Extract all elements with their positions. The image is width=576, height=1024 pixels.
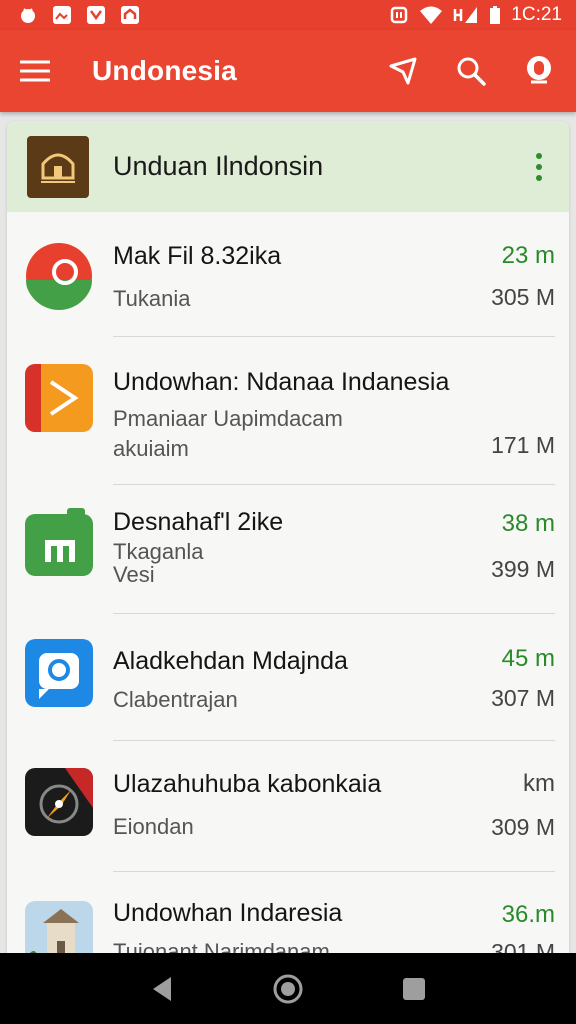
item-distance: km (523, 770, 555, 797)
divider (113, 740, 555, 741)
gallery-icon (53, 6, 71, 24)
orange-play-icon (25, 364, 93, 432)
list-item[interactable]: Undowhan Indaresia Tuionant Narimdanam 3… (7, 873, 569, 961)
hamburger-menu-icon[interactable] (18, 54, 52, 88)
search-icon[interactable] (456, 56, 486, 86)
item-distance: 23 m (501, 242, 555, 269)
item-subtitle: Clabentrajan (113, 687, 238, 712)
shield-icon (87, 6, 105, 24)
item-size: 305 M (491, 284, 555, 310)
item-name: Undowhan Indaresia (113, 899, 343, 927)
item-name: Ulazahuhuba kabonkaia (113, 770, 382, 798)
divider (113, 613, 555, 614)
item-subtitle: Pmaniaar Uapimdacam akuiaim (113, 406, 343, 461)
signal-icon (454, 7, 478, 23)
divider (113, 484, 555, 485)
blue-chat-icon (25, 639, 93, 707)
item-size: 171 M (491, 432, 555, 458)
home-notify-icon (121, 6, 139, 24)
item-name: Aladkehdan Mdajnda (113, 647, 348, 675)
list-item[interactable]: Mak Fil 8.32ika Tukania 23 m 305 M (7, 212, 569, 338)
notification-icons (18, 5, 140, 25)
system-nav-bar (0, 953, 576, 1024)
notification-icon (21, 8, 35, 23)
navigation-icon[interactable] (388, 56, 418, 86)
red-green-circle-icon (25, 242, 93, 310)
clock: 1C:21 (511, 4, 562, 25)
list-item[interactable]: Aladkehdan Mdajnda Clabentrajan 45 m 307… (7, 615, 569, 742)
back-icon[interactable] (149, 975, 175, 1003)
home-icon[interactable] (272, 973, 304, 1005)
header-title: Unduan Ilndonsin (113, 151, 324, 181)
item-distance: 36.m (501, 901, 555, 928)
list-item[interactable]: Ulazahuhuba kabonkaia Eiondan km 309 M (7, 742, 569, 873)
item-name: Undowhan: Ndanaa Indanesia (113, 368, 450, 396)
item-subtitle: Tkaganla Vesi (113, 539, 204, 588)
recents-icon[interactable] (401, 976, 427, 1002)
list-item[interactable]: Undowhan: Ndanaa Indanesia Pmaniaar Uapi… (7, 338, 569, 486)
battery-icon (490, 6, 501, 24)
item-name: Desnahaf'l 2ike (113, 508, 284, 536)
alarm-icon (391, 6, 408, 24)
wifi-icon (420, 6, 443, 24)
more-options-icon[interactable] (529, 147, 549, 187)
list-header[interactable]: Unduan Ilndonsin (7, 121, 569, 212)
list-item[interactable]: Desnahaf'l 2ike Tkaganla Vesi 38 m 399 M (7, 486, 569, 615)
item-subtitle: Eiondan (113, 814, 194, 839)
divider (113, 871, 555, 872)
item-distance: 38 m (501, 510, 555, 537)
app-bar: Undonesia (0, 30, 576, 112)
header-logo-icon (27, 135, 89, 198)
status-bar: 1C:21 (0, 0, 576, 30)
item-subtitle: Tukania (113, 286, 191, 311)
monument-icon (25, 901, 93, 961)
download-list-card: Unduan Ilndonsin Mak Fil 8.32ika Tukania… (7, 121, 569, 961)
voice-search-icon[interactable] (524, 55, 554, 87)
green-camera-icon (25, 508, 93, 576)
dark-compass-icon (25, 768, 93, 836)
divider (113, 336, 555, 337)
app-title: Undonesia (92, 55, 237, 86)
item-size: 399 M (491, 556, 555, 582)
item-distance: 45 m (501, 645, 555, 672)
item-size: 307 M (491, 685, 555, 711)
item-name: Mak Fil 8.32ika (113, 242, 282, 270)
system-status: 1C:21 (389, 4, 562, 26)
item-size: 309 M (491, 814, 555, 840)
